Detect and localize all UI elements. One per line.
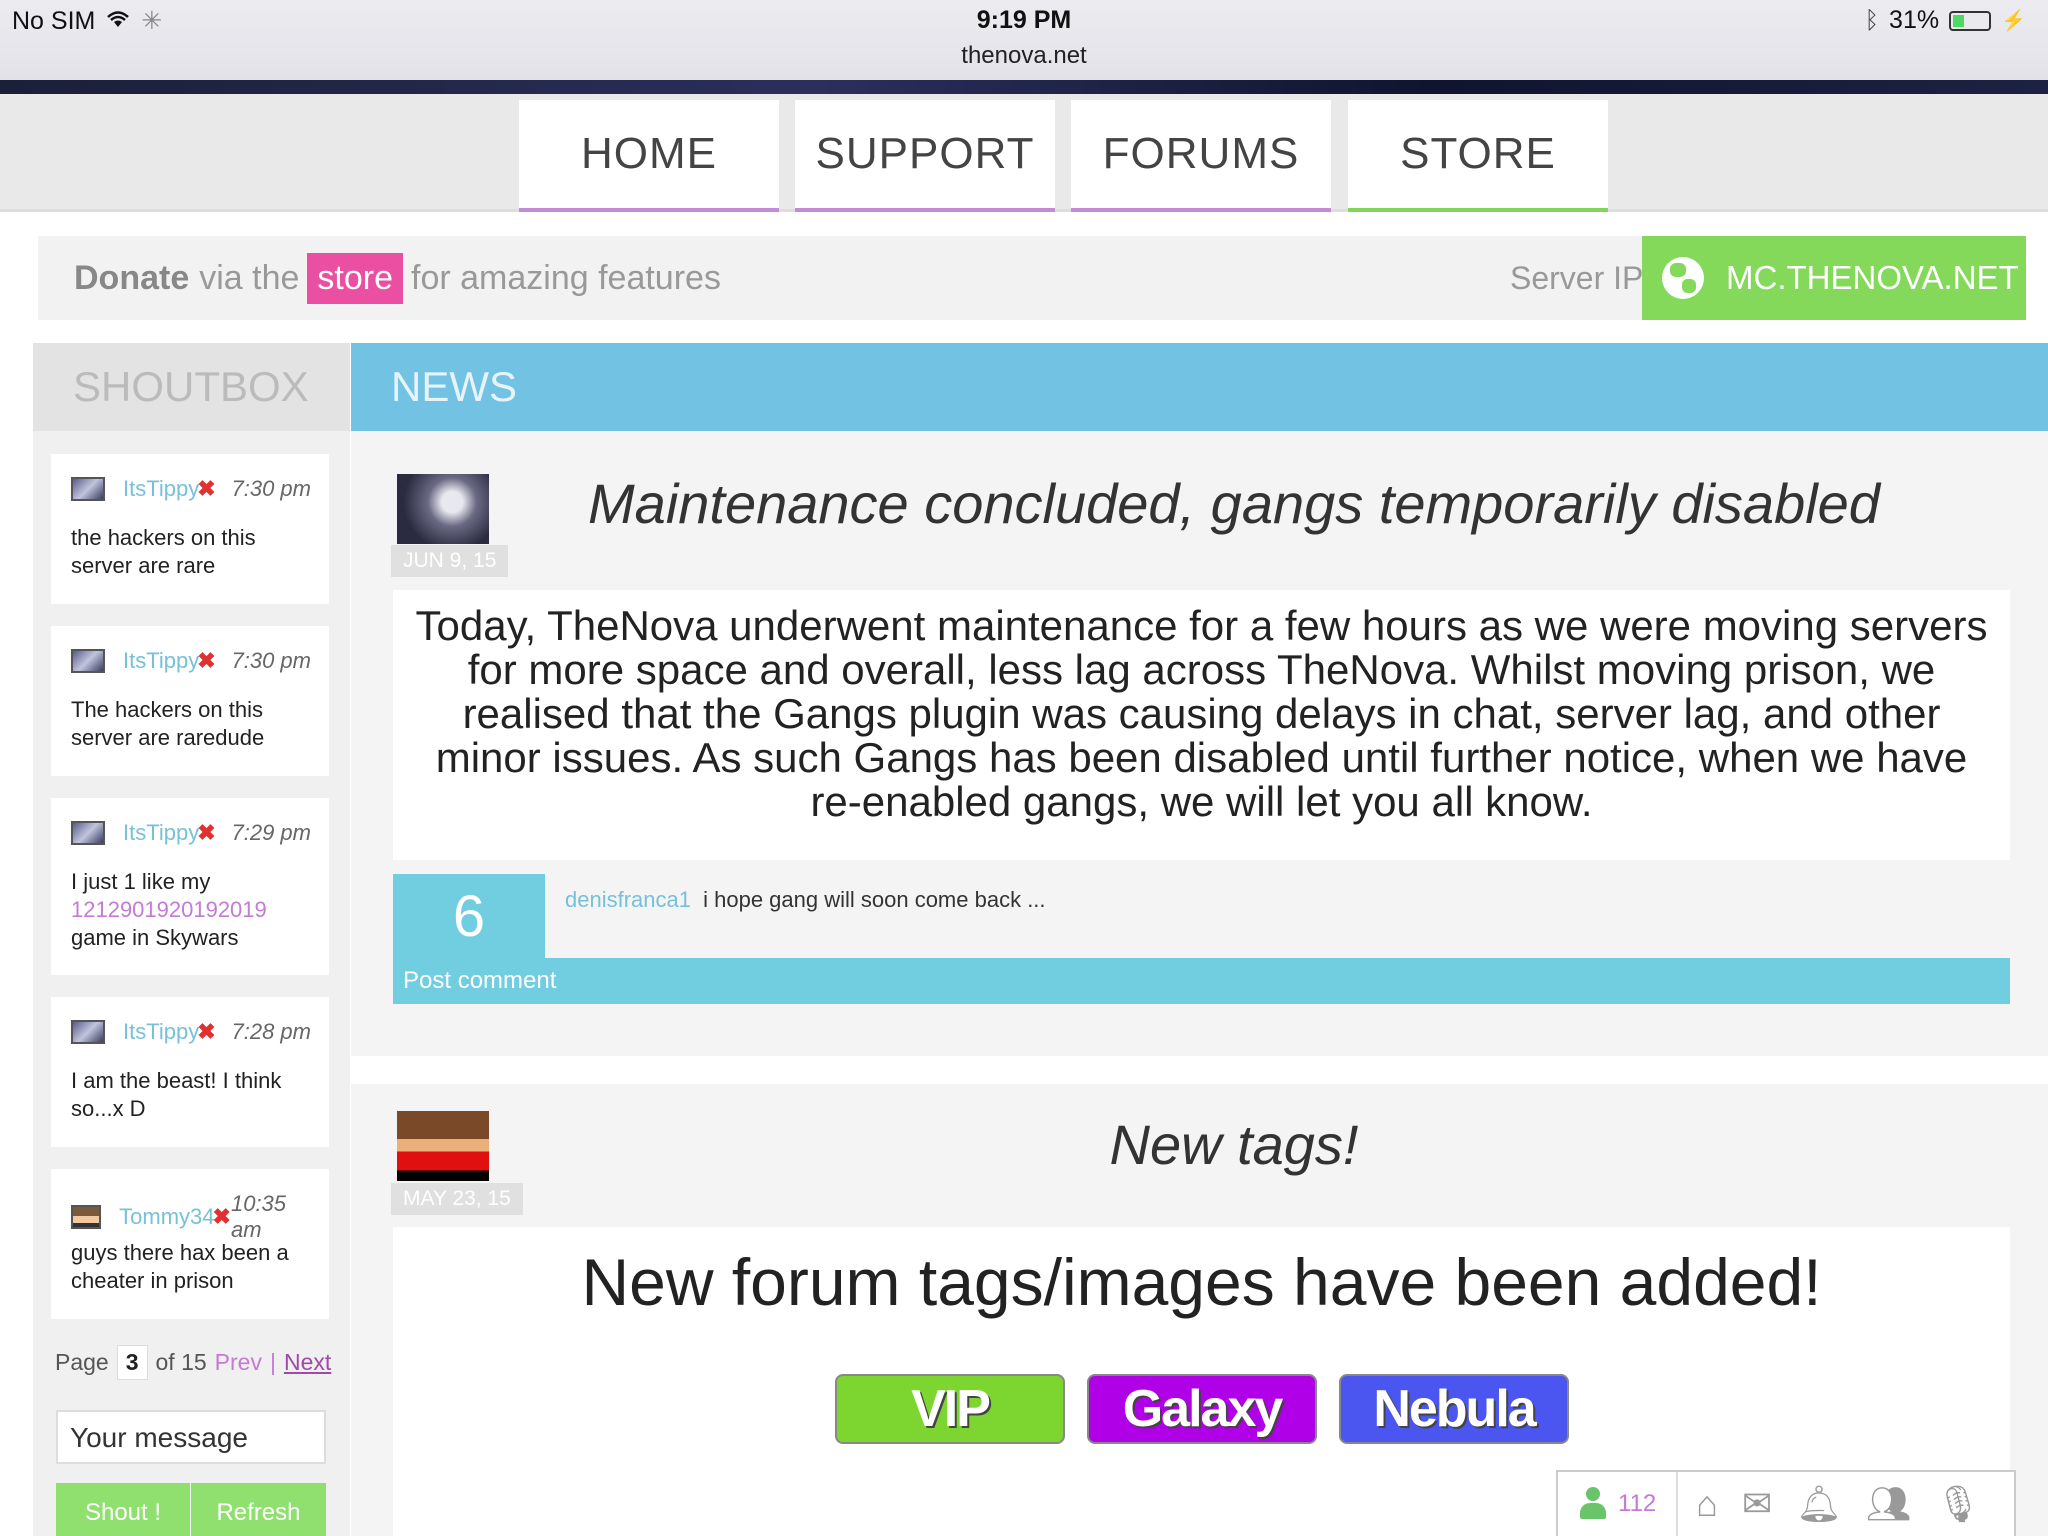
donate-bar: Donate via the store for amazing feature… [38,236,2026,320]
tag-galaxy: Galaxy [1087,1374,1317,1444]
pager-label: Page [55,1349,109,1375]
main-nav: HOME SUPPORT FORUMS STORE [0,94,2048,212]
shout-time: 7:29 pm [231,820,312,845]
shout-text-link[interactable]: 1212901920192019 [71,897,267,922]
online-count: 112 [1618,1490,1657,1517]
mic-icon[interactable]: 🎙︎ [1936,1483,1982,1525]
shout-button[interactable]: Shout ! [56,1483,190,1536]
donate-message: Donate via the store for amazing feature… [74,236,721,320]
delete-icon[interactable]: ✖ [197,648,215,674]
avatar [71,1205,102,1229]
shout-time: 7:30 pm [231,648,312,673]
shout-username[interactable]: ItsTippy [123,1019,199,1045]
bell-icon[interactable]: 🔔︎ [1796,1483,1842,1525]
author-avatar[interactable] [397,474,489,544]
shout-username[interactable]: ItsTippy [123,820,199,846]
pager-separator: | [269,1349,276,1375]
author-avatar[interactable] [397,1111,489,1181]
delete-icon[interactable]: ✖ [197,820,215,846]
mail-icon[interactable]: ✉ [1742,1483,1772,1525]
online-users[interactable]: 112 [1558,1472,1679,1536]
server-ip-label: Server IP: [1510,259,1653,296]
avatar [71,649,105,673]
latest-comment: denisfranca1 i hope gang will soon come … [565,887,1046,913]
shout-text: the hackers on this server are rare [71,525,256,578]
status-right: ᛒ 31% ⚡ [1865,6,2026,35]
nav-support[interactable]: SUPPORT [795,100,1055,212]
shoutbox-title: SHOUTBOX [33,343,350,431]
shout-text: guys there hax been a cheater in prison [71,1240,289,1293]
charging-icon: ⚡ [2001,10,2026,32]
shout-message: ItsTippy ✖ 7:30 pm the hackers on this ser… [51,454,329,604]
bluetooth-icon: ᛒ [1864,6,1880,34]
battery-percent: 31% [1889,6,1940,34]
news-section: NEWS JUN 9, 15 Maintenance concluded, ga… [351,343,2048,1536]
shoutbox-pager: Page 3 of 15 Prev | Next [55,1345,331,1380]
article-divider [351,1056,2048,1084]
shout-message: ItsTippy ✖ 7:28 pm I am the beast! I think… [51,997,329,1147]
shout-text: I am the beast! I think so...x D [71,1068,282,1121]
shout-text-pre: I just 1 like my [71,869,211,894]
article-date: JUN 9, 15 [391,545,509,577]
address-bar-url[interactable]: thenova.net [0,42,2048,70]
avatar [71,821,105,845]
donate-strong: Donate [74,258,190,297]
shout-username[interactable]: ItsTippy [123,648,199,674]
shout-time: 10:35 am [230,1191,287,1242]
donate-pre: via the [199,258,300,297]
globe-icon [1662,257,1704,299]
bottom-toolbar: 112 ⌂ ✉ 🔔︎ 👥︎ 🎙︎ [1556,1470,2016,1536]
article-title[interactable]: Maintenance concluded, gangs temporarily… [584,471,1884,536]
server-ip-value: MC.THENOVA.NET [1726,259,2019,296]
header-banner [0,80,2048,94]
delete-icon[interactable]: ✖ [197,1019,215,1045]
pager-prev[interactable]: Prev [215,1349,262,1376]
shout-message: ItsTippy ✖ 7:30 pm The hackers on this ser… [51,626,329,776]
pager-total: of 15 [155,1349,207,1375]
shout-time: 7:30 pm [231,476,312,501]
comment-count[interactable]: 6 [393,874,545,958]
shout-username[interactable]: Tommy34 [119,1204,214,1230]
shout-message: ItsTippy ✖ 7:29 pm I just 1 like my 1212901… [51,798,329,975]
comment-text: i hope gang will soon come back ... [703,887,1046,912]
refresh-button[interactable]: Refresh [191,1483,326,1536]
nav-home[interactable]: HOME [519,100,779,212]
article-title[interactable]: New tags! [584,1112,1884,1177]
user-icon [1578,1487,1608,1521]
pager-next[interactable]: Next [284,1349,331,1376]
donate-post: for amazing features [411,258,721,297]
article-date: MAY 23, 15 [391,1183,523,1215]
shoutbox: SHOUTBOX ItsTippy ✖ 7:30 pm the hackers on… [33,343,350,1536]
delete-icon[interactable]: ✖ [197,476,215,502]
status-time: 9:19 PM [976,6,1072,34]
shout-text: The hackers on this server are raredude [71,697,265,750]
status-bar: No SIM ✳ 9:19 PM thenova.net ᛒ 31% ⚡ [0,0,2048,80]
tag-vip: VIP [835,1374,1065,1444]
news-title: NEWS [351,343,2048,431]
server-ip-box[interactable]: MC.THENOVA.NET [1642,236,2026,320]
avatar [71,477,105,501]
tag-nebula: Nebula [1339,1374,1569,1444]
shout-message-input[interactable]: Your message [56,1410,326,1464]
nav-forums[interactable]: FORUMS [1071,100,1331,212]
shout-text: I just 1 like my 1212901920192019 game in … [71,868,311,952]
comment-username[interactable]: denisfranca1 [565,887,691,912]
delete-icon[interactable]: ✖ [213,1204,231,1230]
nav-store[interactable]: STORE [1348,100,1608,212]
post-comment-button[interactable]: Post comment [393,958,2010,1004]
shout-message: Tommy34 ✖ 10:35 am guys there hax been a c… [51,1169,329,1319]
shout-time: 7:28 pm [231,1019,312,1044]
shout-username[interactable]: ItsTippy [123,476,199,502]
home-icon[interactable]: ⌂ [1696,1483,1718,1525]
store-link[interactable]: store [307,252,404,304]
pager-current[interactable]: 3 [116,1345,148,1380]
group-icon[interactable]: 👥︎ [1866,1483,1912,1525]
battery-icon [1949,10,1992,31]
avatar [71,1020,105,1044]
shout-text-post: game in Skywars [71,925,239,950]
tag-images: VIP Galaxy Nebula [835,1374,1569,1444]
article-body: Today, TheNova underwent maintenance for… [393,590,2010,860]
